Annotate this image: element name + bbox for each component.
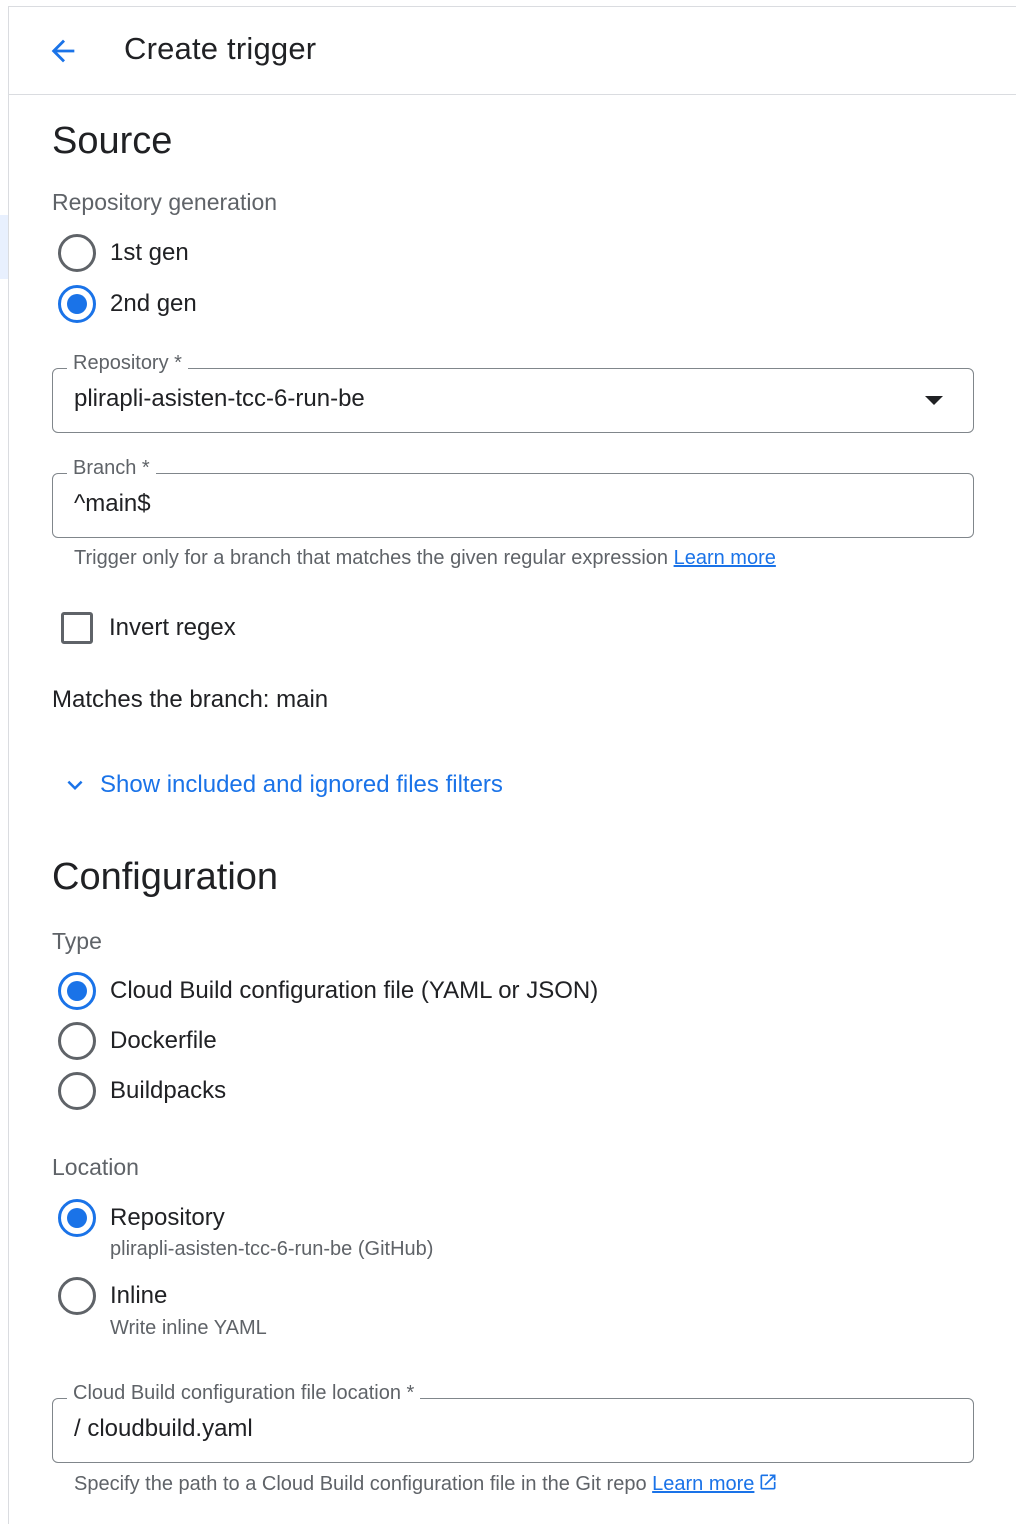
radio-button-checked[interactable] xyxy=(58,972,96,1010)
branch-hint-text: Trigger only for a branch that matches t… xyxy=(74,547,669,569)
radio-label: Dockerfile xyxy=(110,1027,217,1054)
radio-button-unchecked[interactable] xyxy=(58,1072,96,1110)
invert-regex-checkbox-row[interactable]: Invert regex xyxy=(61,612,236,644)
repository-select[interactable]: Repository * plirapli-asisten-tcc-6-run-… xyxy=(52,352,974,433)
chevron-down-icon xyxy=(67,780,83,790)
radio-button-unchecked[interactable] xyxy=(58,1277,96,1315)
radio-location-repository[interactable]: Repository xyxy=(58,1199,225,1237)
page-title: Create trigger xyxy=(124,31,317,66)
open-in-new-icon[interactable] xyxy=(758,1472,778,1492)
configuration-heading: Configuration xyxy=(52,856,279,898)
location-label: Location xyxy=(52,1154,139,1180)
repository-field-label: Repository * xyxy=(67,352,188,375)
branch-value[interactable]: ^main$ xyxy=(74,490,151,518)
show-filters-label: Show included and ignored files filters xyxy=(100,771,503,798)
show-filters-toggle[interactable]: Show included and ignored files filters xyxy=(60,770,503,800)
radio-label: Buildpacks xyxy=(110,1077,227,1104)
radio-dockerfile[interactable]: Dockerfile xyxy=(58,1022,217,1060)
repo-generation-label: Repository generation xyxy=(52,189,278,215)
radio-button-unchecked[interactable] xyxy=(58,234,96,272)
radio-label: Cloud Build configuration file (YAML or … xyxy=(110,977,599,1004)
config-learn-more-link[interactable]: Learn more xyxy=(652,1473,754,1495)
arrow-back-icon xyxy=(51,39,75,63)
type-label: Type xyxy=(52,928,102,954)
config-file-hint-text: Specify the path to a Cloud Build config… xyxy=(74,1473,647,1495)
radio-cloud-build-config[interactable]: Cloud Build configuration file (YAML or … xyxy=(58,972,598,1010)
dropdown-arrow-icon[interactable] xyxy=(925,396,943,405)
radio-1st-gen[interactable]: 1st gen xyxy=(58,234,189,272)
repository-value: plirapli-asisten-tcc-6-run-be xyxy=(74,385,365,412)
config-file-location-label: Cloud Build configuration file location … xyxy=(67,1382,421,1405)
source-heading: Source xyxy=(52,120,173,162)
radio-button-unchecked[interactable] xyxy=(58,1022,96,1060)
branch-learn-more-link[interactable]: Learn more xyxy=(674,547,776,569)
page-header: Create trigger xyxy=(9,7,1016,95)
inline-sublabel: Write inline YAML xyxy=(110,1317,267,1339)
radio-label: 1st gen xyxy=(110,239,189,266)
radio-location-inline[interactable]: Inline xyxy=(58,1277,167,1315)
radio-button-checked[interactable] xyxy=(58,285,96,323)
config-file-hint: Specify the path to a Cloud Build config… xyxy=(74,1472,778,1496)
nav-rail-highlight xyxy=(0,215,8,279)
branch-input[interactable]: Branch * ^main$ xyxy=(52,457,974,538)
radio-label: Repository xyxy=(110,1204,225,1231)
radio-label: Inline xyxy=(110,1282,168,1309)
config-file-location-value[interactable]: / cloudbuild.yaml xyxy=(74,1415,253,1443)
radio-2nd-gen[interactable]: 2nd gen xyxy=(58,285,197,323)
invert-regex-label: Invert regex xyxy=(109,614,236,641)
back-button[interactable] xyxy=(41,29,85,73)
branch-hint: Trigger only for a branch that matches t… xyxy=(74,547,776,570)
radio-buildpacks[interactable]: Buildpacks xyxy=(58,1072,226,1110)
invert-regex-checkbox[interactable] xyxy=(61,612,93,644)
config-file-location-input[interactable]: Cloud Build configuration file location … xyxy=(52,1382,974,1463)
repository-sublabel: plirapli-asisten-tcc-6-run-be (GitHub) xyxy=(110,1238,434,1260)
branch-field-label: Branch * xyxy=(67,457,156,480)
radio-button-checked[interactable] xyxy=(58,1199,96,1237)
radio-label: 2nd gen xyxy=(110,290,197,317)
matches-branch-text: Matches the branch: main xyxy=(52,686,329,713)
